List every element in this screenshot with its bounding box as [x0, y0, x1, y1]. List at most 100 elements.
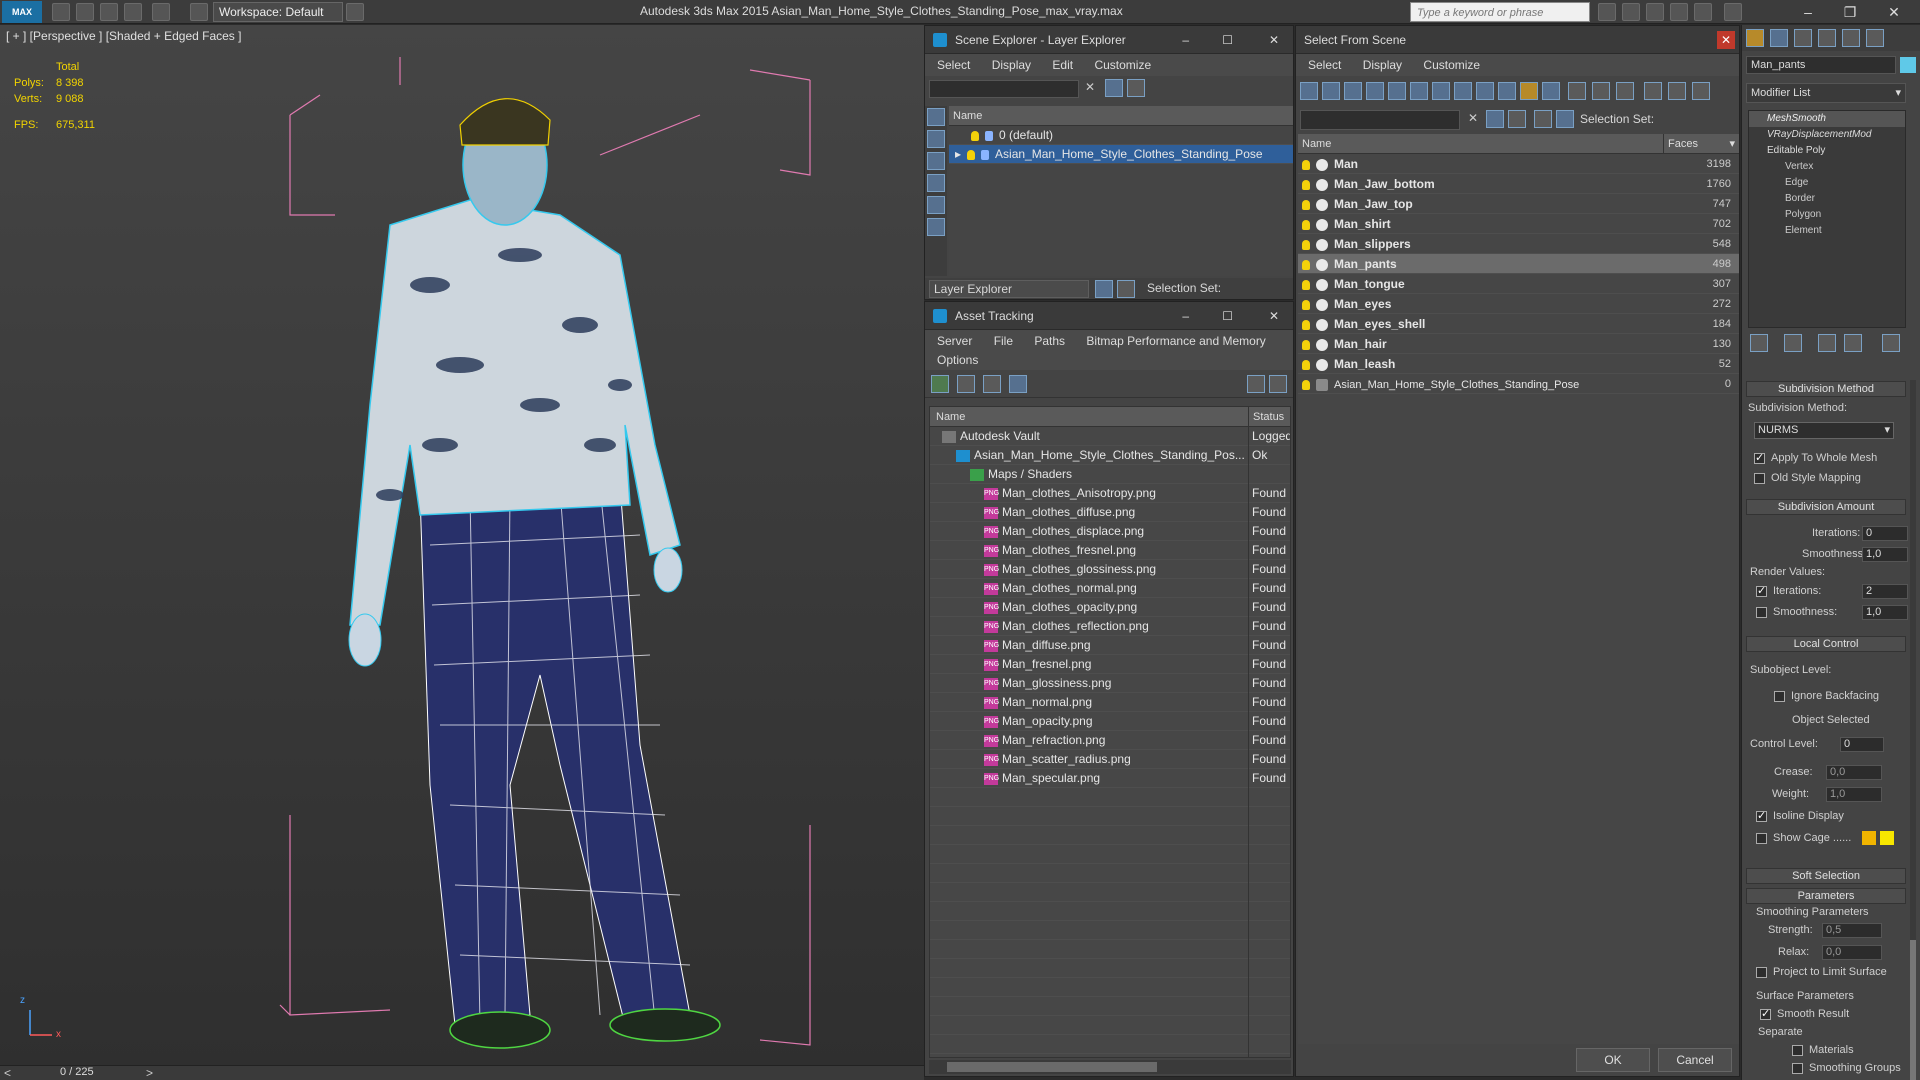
open-file-icon[interactable]	[76, 3, 94, 21]
object-name-field[interactable]: Man_pants	[1746, 56, 1896, 74]
se-layer-row[interactable]: 0 (default)	[949, 126, 1293, 145]
render-smoothness-checkbox[interactable]: Smoothness:	[1756, 606, 1837, 618]
at-col-status[interactable]: Status	[1248, 407, 1284, 427]
scene-object-row[interactable]: Man_Jaw_top 747	[1298, 194, 1739, 214]
star-icon[interactable]	[1670, 3, 1688, 21]
tools-icon[interactable]	[1622, 3, 1640, 21]
hierarchy-tab-icon[interactable]	[1794, 29, 1812, 47]
sfs-layer-icon[interactable]	[1534, 110, 1552, 128]
display-tab-icon[interactable]	[1842, 29, 1860, 47]
asset-row[interactable]: PNG Man_clothes_displace.png Found	[930, 522, 1290, 541]
stack-item-polygon[interactable]: Polygon	[1749, 207, 1905, 223]
cancel-button[interactable]: Cancel	[1658, 1048, 1732, 1072]
bulb-icon[interactable]	[967, 149, 976, 160]
scene-object-row[interactable]: Man_hair 130	[1298, 334, 1739, 354]
sfs-find-toggle-icon[interactable]	[1508, 110, 1526, 128]
at-menu-options[interactable]: Options	[937, 353, 978, 367]
object-color-swatch[interactable]	[1900, 57, 1916, 73]
se-close-icon[interactable]: ✕	[1269, 26, 1279, 54]
sfs-display-hidden-icon[interactable]	[1542, 82, 1560, 100]
apply-whole-mesh-checkbox[interactable]: Apply To Whole Mesh	[1754, 451, 1877, 464]
se-display-helpers-icon[interactable]	[927, 218, 945, 236]
make-unique-icon[interactable]	[1818, 334, 1836, 352]
at-menu-paths[interactable]: Paths	[1034, 334, 1065, 348]
minimize-icon[interactable]: –	[1788, 2, 1828, 22]
se-display-lights-icon[interactable]	[927, 174, 945, 192]
scene-object-row[interactable]: Man 3198	[1298, 154, 1739, 174]
stack-item-border[interactable]: Border	[1749, 191, 1905, 207]
asset-row[interactable]: PNG Man_clothes_normal.png Found	[930, 579, 1290, 598]
sfs-display-groups-icon[interactable]	[1432, 82, 1450, 100]
bulb-icon[interactable]	[1302, 359, 1310, 370]
scene-object-row[interactable]: Man_pants 498	[1298, 254, 1739, 274]
control-level-spinner[interactable]: 0	[1840, 737, 1884, 752]
time-slider[interactable]: < 0 / 225 >	[0, 1065, 924, 1080]
se-display-all-icon[interactable]	[927, 108, 945, 126]
timeline-next-icon[interactable]: >	[146, 1066, 153, 1080]
at-table-icon[interactable]	[1009, 375, 1027, 393]
asset-row[interactable]: PNG Man_clothes_diffuse.png Found	[930, 503, 1290, 522]
scene-object-row[interactable]: Man_shirt 702	[1298, 214, 1739, 234]
bulb-icon[interactable]	[1302, 319, 1310, 330]
se-menu-display[interactable]: Display	[992, 58, 1031, 72]
timeline-prev-icon[interactable]: <	[4, 1066, 11, 1080]
sfs-display-lights-icon[interactable]	[1344, 82, 1362, 100]
save-file-icon[interactable]	[100, 3, 118, 21]
create-tab-icon[interactable]	[1746, 29, 1764, 47]
stack-item-edge[interactable]: Edge	[1749, 175, 1905, 191]
project-limit-checkbox[interactable]: Project to Limit Surface	[1756, 966, 1887, 978]
motion-tab-icon[interactable]	[1818, 29, 1836, 47]
se-clear-icon[interactable]: ✕	[1085, 80, 1095, 94]
workspace-menu-icon[interactable]	[346, 3, 364, 21]
at-list-icon[interactable]	[957, 375, 975, 393]
bulb-icon[interactable]	[1302, 219, 1310, 230]
se-filter-icon[interactable]	[1105, 79, 1123, 97]
scene-object-row[interactable]: Man_leash 52	[1298, 354, 1739, 374]
sfs-titlebar[interactable]: Select From Scene ✕	[1296, 26, 1739, 54]
sfs-close-icon[interactable]: ✕	[1717, 31, 1735, 49]
sfs-display-containers-icon[interactable]	[1498, 82, 1516, 100]
utilities-tab-icon[interactable]	[1866, 29, 1884, 47]
sfs-select-all-icon[interactable]	[1568, 82, 1586, 100]
sfs-hierarchy-icon[interactable]	[1668, 82, 1686, 100]
viewport-label[interactable]: [ + ] [Perspective ] [Shaded + Edged Fac…	[6, 29, 241, 43]
stack-item-meshsmooth[interactable]: MeshSmooth	[1749, 111, 1905, 127]
rollout-soft-selection[interactable]: Soft Selection	[1746, 868, 1906, 884]
asset-row[interactable]: PNG Man_fresnel.png Found	[930, 655, 1290, 674]
asset-row[interactable]: PNG Man_clothes_fresnel.png Found	[930, 541, 1290, 560]
asset-row[interactable]: PNG Man_specular.png Found	[930, 769, 1290, 788]
bulb-icon[interactable]	[1302, 299, 1310, 310]
pin-stack-icon[interactable]	[1750, 334, 1768, 352]
se-display-shapes-icon[interactable]	[927, 152, 945, 170]
at-menu-file[interactable]: File	[994, 334, 1013, 348]
at-minimize-icon[interactable]: –	[1182, 302, 1189, 330]
smoothing-groups-checkbox[interactable]: Smoothing Groups	[1792, 1062, 1901, 1074]
perspective-viewport[interactable]: [ + ] [Perspective ] [Shaded + Edged Fac…	[0, 25, 924, 1065]
crease-spinner[interactable]: 0,0	[1826, 765, 1882, 780]
at-hscroll-thumb[interactable]	[947, 1062, 1157, 1072]
bulb-icon[interactable]	[1302, 159, 1310, 170]
se-menu-edit[interactable]: Edit	[1052, 58, 1073, 72]
scene-object-row[interactable]: Man_eyes_shell 184	[1298, 314, 1739, 334]
at-hscrollbar[interactable]	[929, 1060, 1291, 1074]
smooth-result-checkbox[interactable]: Smooth Result	[1760, 1007, 1849, 1020]
help-icon[interactable]	[1724, 3, 1742, 21]
sfs-display-spacewarps-icon[interactable]	[1410, 82, 1428, 100]
bulb-icon[interactable]	[1302, 259, 1310, 270]
asset-row[interactable]: PNG Man_clothes_opacity.png Found	[930, 598, 1290, 617]
at-tree-icon[interactable]	[983, 375, 1001, 393]
cage-color-swatch-1[interactable]	[1862, 831, 1876, 845]
sfs-filter-icon[interactable]	[1644, 82, 1662, 100]
at-menu-server[interactable]: Server	[937, 334, 972, 348]
cage-color-swatch-2[interactable]	[1880, 831, 1894, 845]
scene-object-row[interactable]: Man_slippers 548	[1298, 234, 1739, 254]
sfs-selection-set-icon[interactable]	[1556, 110, 1574, 128]
se-display-cameras-icon[interactable]	[927, 196, 945, 214]
asset-row[interactable]: Maps / Shaders	[930, 465, 1290, 484]
sfs-find-filter-icon[interactable]	[1486, 110, 1504, 128]
asset-row[interactable]: PNG Man_clothes_Anisotropy.png Found	[930, 484, 1290, 503]
sfs-search-input[interactable]	[1300, 110, 1460, 130]
relax-spinner[interactable]: 0,0	[1822, 945, 1882, 960]
scene-object-row[interactable]: Man_tongue 307	[1298, 274, 1739, 294]
sfs-display-geometry-icon[interactable]	[1300, 82, 1318, 100]
